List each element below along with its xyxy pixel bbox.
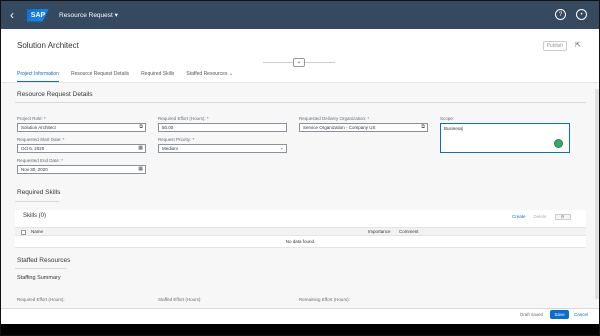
tab-project-information[interactable]: Project Information [17, 71, 59, 82]
chevron-down-icon[interactable]: ⌄ [229, 71, 233, 77]
share-icon[interactable]: ⇱ [575, 41, 581, 49]
table-settings-icon[interactable]: ⚙ [554, 214, 571, 220]
scope-label: Scope: [440, 116, 455, 121]
page-title: Solution Architect [17, 41, 79, 50]
tab-resource-request-details[interactable]: Resource Request Details [71, 71, 129, 82]
table-actions: Create Delete ⚙ [512, 214, 571, 220]
priority-label: Request Priority: * [158, 137, 195, 142]
footer-toolbar [1, 308, 599, 324]
publish-button[interactable]: Publish [542, 41, 567, 51]
select-all-checkbox[interactable] [21, 230, 26, 235]
section-divider [15, 102, 586, 103]
draft-status: Draft saved [520, 312, 544, 317]
delivery-org-field[interactable]: Service Organization - Company US ⧉ [299, 123, 428, 132]
user-icon[interactable]: • [576, 9, 587, 20]
project-role-field[interactable]: Solution Architect ⧉ [17, 123, 146, 132]
tab-required-skills[interactable]: Required Skills [141, 71, 174, 82]
scrollbar[interactable] [595, 89, 599, 299]
status-indicator-icon [554, 139, 563, 148]
app-window: ‹ SAP Resource Request ▾ ? • Solution Ar… [0, 0, 600, 336]
no-data-message: No data found. [15, 236, 586, 248]
end-date-label: Requested End Date: * [17, 158, 64, 163]
back-icon[interactable]: ‹ [1, 8, 23, 22]
delivery-org-value: Service Organization - Company US [303, 125, 376, 130]
shell-bar: ‹ SAP Resource Request ▾ ? • [1, 1, 599, 29]
value-help-icon[interactable]: ⧉ [421, 124, 425, 131]
section-divider [15, 268, 67, 269]
column-comment[interactable]: Comment [399, 229, 419, 234]
column-importance[interactable]: Importance [368, 229, 391, 234]
app-title-menu[interactable]: Resource Request ▾ [59, 11, 118, 19]
priority-value: Medium [162, 146, 179, 151]
tab-staffed-resources[interactable]: Staffed Resources ⌄ [186, 71, 233, 82]
letterbox-bottom [1, 324, 599, 335]
column-name[interactable]: Name [31, 229, 43, 234]
scope-textarea[interactable]: Business| [440, 123, 570, 153]
section-title-skills: Required Skills [17, 189, 61, 196]
staffing-staffed-effort-label: Staffed Effort (Hours): [158, 297, 202, 302]
scope-value: Business| [444, 126, 464, 131]
create-button[interactable]: Create [512, 214, 526, 220]
section-tabs: Project Information Resource Request Det… [17, 71, 233, 82]
collapse-header-icon[interactable]: ⌄ [293, 58, 305, 67]
sap-logo: SAP [27, 8, 49, 22]
object-header: Solution Architect Publish ⇱ ⌄ Project I… [1, 29, 599, 83]
cancel-button[interactable]: Cancel [574, 312, 588, 317]
staffing-remaining-effort-label: Remaining Effort (Hours): [299, 297, 350, 302]
table-header: Name Importance Comment [15, 227, 586, 236]
tab-staffed-label: Staffed Resources [186, 71, 228, 77]
calendar-icon[interactable]: ▦ [138, 166, 143, 173]
staffing-required-effort-label: Required Effort (Hours): [17, 297, 65, 302]
required-effort-label: Required Effort (Hours): * [158, 116, 209, 121]
calendar-icon[interactable]: ▦ [138, 145, 143, 152]
skills-table-title: Skills (0) [23, 213, 47, 219]
priority-select[interactable]: Medium ⌄ [158, 144, 287, 153]
start-date-field[interactable]: Oct 6, 2020 ▦ [17, 144, 146, 153]
required-effort-value: 50.00 [162, 125, 174, 130]
section-divider [15, 201, 59, 202]
staffing-summary-title: Staffing Summary [17, 275, 61, 281]
start-date-value: Oct 6, 2020 [21, 146, 45, 151]
section-title-details: Resource Request Details [17, 91, 93, 98]
delete-button[interactable]: Delete [534, 214, 547, 220]
section-title-staffed: Staffed Resources [17, 257, 71, 264]
project-role-value: Solution Architect [21, 125, 56, 130]
delivery-org-label: Requested Delivery Organization: * [299, 116, 370, 121]
end-date-value: Nov 30, 2020 [21, 167, 48, 172]
end-date-field[interactable]: Nov 30, 2020 ▦ [17, 165, 146, 174]
start-date-label: Requested Start Date: * [17, 137, 65, 142]
chevron-down-icon[interactable]: ⌄ [280, 145, 284, 152]
help-icon[interactable]: ? [555, 9, 566, 20]
required-effort-field[interactable]: 50.00 [158, 123, 287, 132]
value-help-icon[interactable]: ⧉ [139, 124, 143, 131]
project-role-label: Project Role: * [17, 116, 46, 121]
header-divider [1, 82, 599, 83]
save-button[interactable]: Save [550, 310, 569, 319]
